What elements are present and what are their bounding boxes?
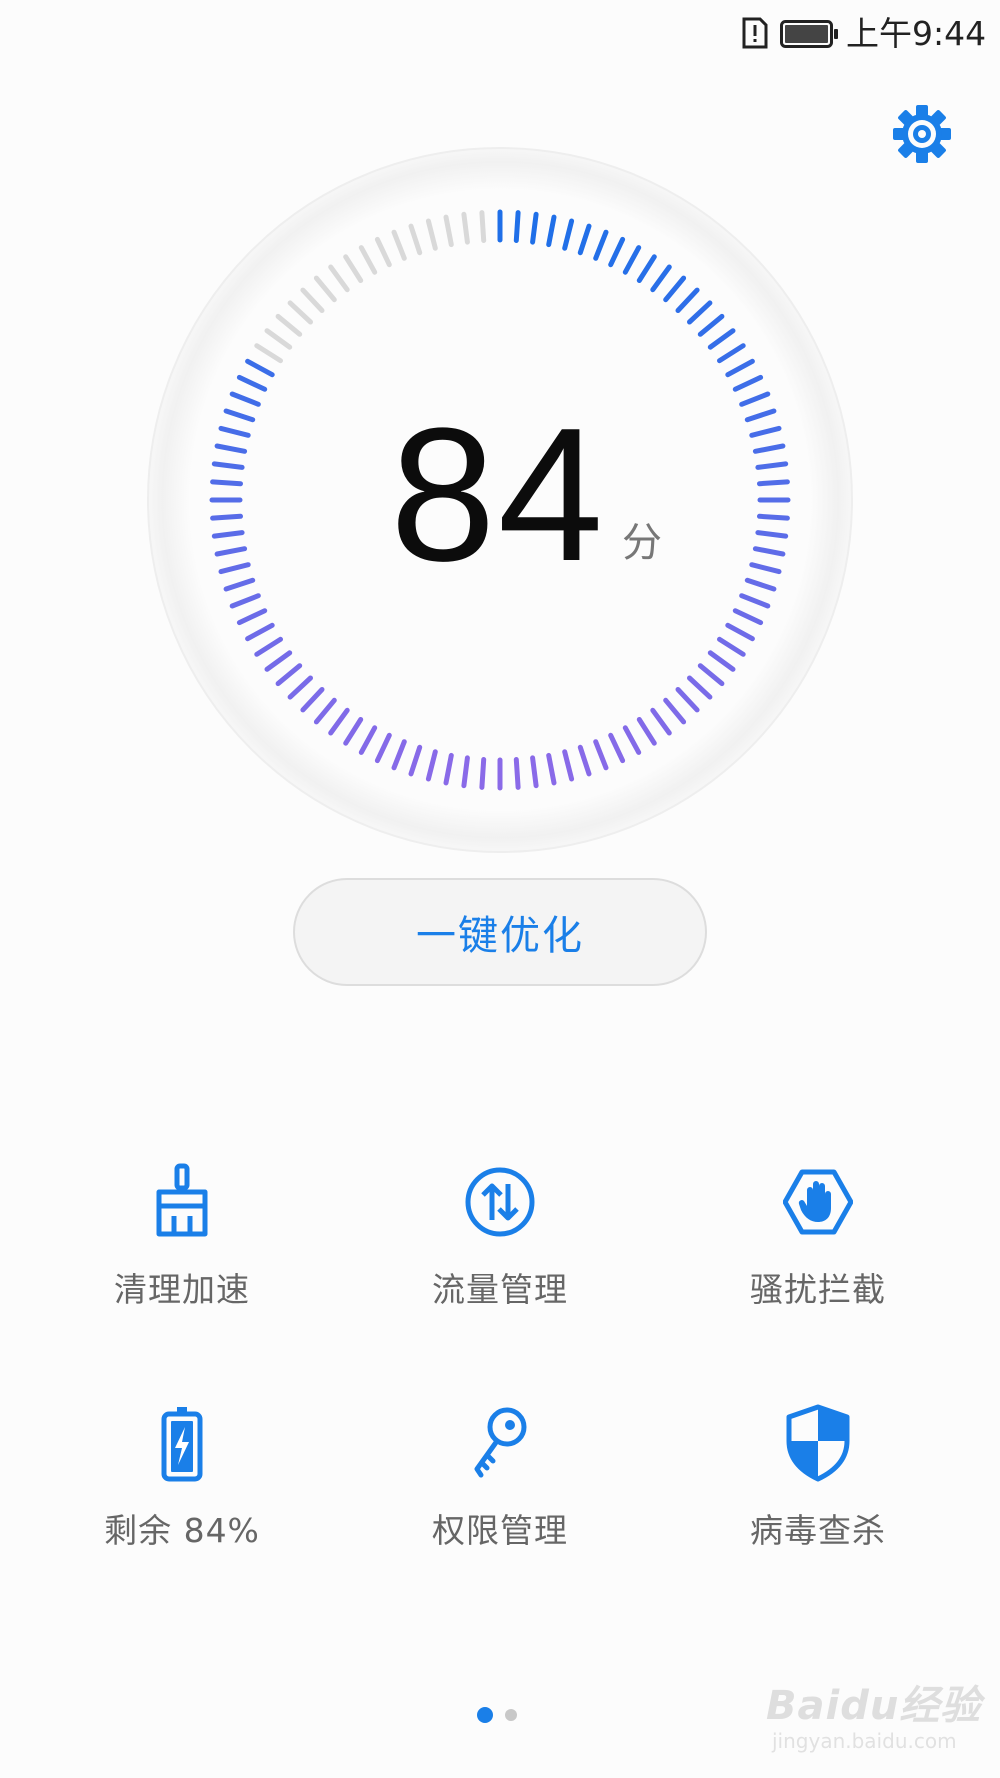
gauge-tick-active: [479, 757, 487, 790]
gauge-tick-active: [530, 755, 539, 789]
baidu-watermark: Baidu经验 jingyan.baidu.com: [760, 1665, 980, 1765]
gauge-tick-active: [530, 211, 539, 245]
gauge-tick-active: [210, 479, 243, 487]
score-value: 84: [390, 389, 606, 601]
page-indicator-active[interactable]: [477, 1707, 493, 1723]
watermark-url: jingyan.baidu.com: [772, 1729, 957, 1753]
tool-label: 权限管理: [432, 1511, 568, 1550]
tool-permission-management[interactable]: 权限管理: [370, 1403, 630, 1603]
battery-icon: [780, 20, 838, 48]
gauge-tick-active: [757, 479, 790, 487]
tool-label: 流量管理: [432, 1270, 568, 1309]
gauge-tick-active: [211, 530, 245, 539]
gauge-tick-active: [210, 513, 243, 521]
tool-virus-scan[interactable]: 病毒查杀: [688, 1403, 948, 1603]
gauge-tick-active: [513, 757, 521, 790]
key-icon: [465, 1403, 535, 1483]
gauge-tick-active: [757, 513, 790, 521]
score-unit: 分: [622, 520, 662, 566]
settings-button[interactable]: [890, 102, 954, 166]
broom-icon: [147, 1162, 217, 1242]
tool-label: 剩余 84%: [104, 1511, 260, 1550]
gauge-tick-active: [461, 755, 470, 789]
optimize-button[interactable]: 一键优化: [293, 878, 707, 986]
data-transfer-icon: [465, 1162, 535, 1242]
tool-label: 骚扰拦截: [750, 1270, 886, 1309]
status-time: 上午9:44: [846, 14, 987, 53]
gauge-tick-inactive: [479, 210, 487, 243]
tool-harassment-block[interactable]: 骚扰拦截: [688, 1162, 948, 1362]
tool-clean-speedup[interactable]: 清理加速: [52, 1162, 312, 1362]
tool-label: 病毒查杀: [750, 1511, 886, 1550]
gauge-tick-active: [755, 530, 789, 539]
tool-data-management[interactable]: 流量管理: [370, 1162, 630, 1362]
battery-charging-icon: [147, 1403, 217, 1483]
tool-label: 清理加速: [114, 1270, 250, 1309]
watermark-title: Baidu经验: [766, 1683, 982, 1729]
gauge-tick-active: [755, 461, 789, 470]
gauge-tick-active: [211, 461, 245, 470]
status-bar: 上午9:44: [0, 0, 1000, 66]
page-indicator-inactive[interactable]: [505, 1709, 517, 1721]
gear-icon: [893, 105, 951, 163]
shield-icon: [783, 1403, 853, 1483]
tool-battery[interactable]: 剩余 84%: [52, 1403, 312, 1603]
sim-alert-icon: [742, 17, 768, 49]
gauge-tick-inactive: [461, 211, 470, 245]
hand-block-icon: [783, 1162, 853, 1242]
gauge-tick-active: [513, 210, 521, 243]
